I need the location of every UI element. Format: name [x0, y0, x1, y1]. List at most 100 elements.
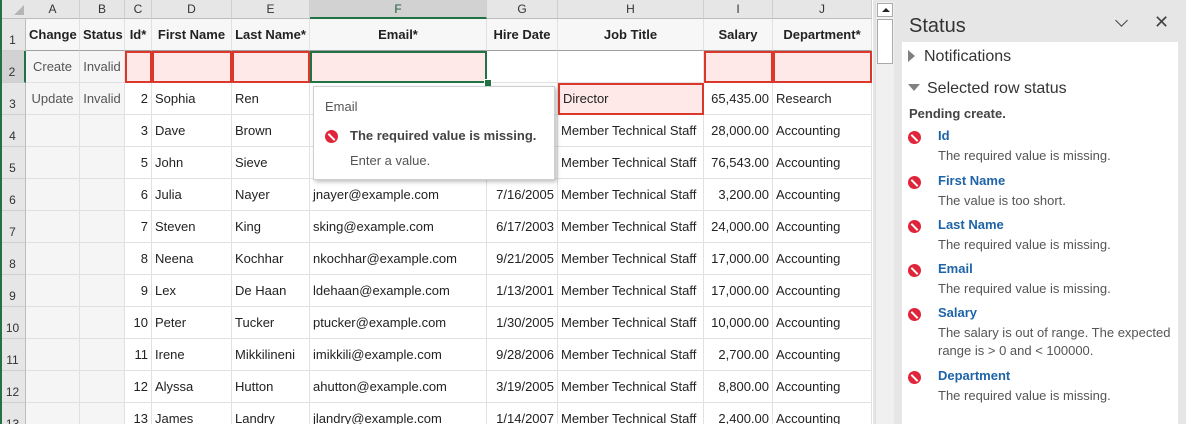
scroll-up-arrow-icon[interactable] [877, 3, 893, 17]
row-header[interactable]: 8 [2, 243, 26, 275]
row-header[interactable]: 1 [2, 19, 26, 51]
table-cell[interactable]: Sieve [232, 147, 310, 179]
table-cell[interactable]: Peter [152, 307, 232, 339]
column-header-h[interactable]: H [558, 0, 704, 19]
table-cell[interactable] [80, 179, 125, 211]
table-cell[interactable]: John [152, 147, 232, 179]
table-cell[interactable] [80, 243, 125, 275]
table-cell[interactable]: Accounting [773, 307, 872, 339]
scroll-thumb[interactable] [877, 19, 893, 64]
table-cell[interactable] [26, 115, 80, 147]
table-cell[interactable]: Lex [152, 275, 232, 307]
table-cell[interactable]: 7/16/2005 [487, 179, 558, 211]
table-cell[interactable]: Accounting [773, 403, 872, 424]
table-cell[interactable]: Member Technical Staff [558, 339, 704, 371]
chevron-down-icon[interactable] [1114, 14, 1130, 30]
select-all-corner[interactable] [2, 0, 28, 19]
table-cell[interactable] [26, 243, 80, 275]
table-cell[interactable] [80, 115, 125, 147]
issue-field-link[interactable]: Department [938, 368, 1010, 383]
table-cell[interactable]: 5 [125, 147, 152, 179]
spreadsheet-grid[interactable]: A B C D E F G H I J 1 Change Status Id* First Name Last… [0, 0, 873, 424]
table-cell[interactable]: Accounting [773, 115, 872, 147]
table-cell[interactable]: Kochhar [232, 243, 310, 275]
row-header[interactable]: 2 [2, 51, 26, 83]
table-cell[interactable]: Alyssa [152, 371, 232, 403]
table-cell[interactable] [26, 179, 80, 211]
table-cell[interactable]: imikkili@example.com [310, 339, 487, 371]
column-header-c[interactable]: C [125, 0, 152, 19]
table-cell[interactable]: 3/19/2005 [487, 371, 558, 403]
table-cell[interactable]: ldehaan@example.com [310, 275, 487, 307]
table-cell[interactable]: Accounting [773, 339, 872, 371]
table-cell[interactable]: Member Technical Staff [558, 307, 704, 339]
column-title[interactable]: Email* [310, 19, 487, 51]
table-cell[interactable] [558, 51, 704, 83]
table-cell[interactable]: 2,700.00 [704, 339, 773, 371]
table-cell[interactable]: Landry [232, 403, 310, 424]
table-cell[interactable]: Member Technical Staff [558, 179, 704, 211]
column-header-a[interactable]: A [26, 0, 80, 19]
table-cell[interactable] [773, 51, 872, 83]
table-cell[interactable]: James [152, 403, 232, 424]
table-cell[interactable] [26, 371, 80, 403]
table-cell[interactable]: Julia [152, 179, 232, 211]
row-header[interactable]: 7 [2, 211, 26, 243]
table-cell[interactable]: Dave [152, 115, 232, 147]
table-cell[interactable]: 2 [125, 83, 152, 115]
row-header[interactable]: 9 [2, 275, 26, 307]
row-header[interactable]: 12 [2, 371, 26, 403]
column-title[interactable]: Job Title [558, 19, 704, 51]
table-cell[interactable]: Neena [152, 243, 232, 275]
table-cell[interactable]: Accounting [773, 275, 872, 307]
table-cell[interactable]: sking@example.com [310, 211, 487, 243]
table-cell[interactable]: Create [26, 51, 80, 83]
table-cell[interactable]: 9 [125, 275, 152, 307]
table-cell[interactable]: 28,000.00 [704, 115, 773, 147]
table-cell[interactable]: Sophia [152, 83, 232, 115]
column-header-i[interactable]: I [704, 0, 773, 19]
table-cell[interactable] [80, 147, 125, 179]
row-header[interactable]: 10 [2, 307, 26, 339]
table-cell[interactable]: De Haan [232, 275, 310, 307]
table-cell[interactable] [487, 51, 558, 83]
table-cell[interactable]: Member Technical Staff [558, 403, 704, 424]
table-cell[interactable] [80, 371, 125, 403]
table-cell[interactable]: Irene [152, 339, 232, 371]
column-title[interactable]: Change [26, 19, 80, 51]
table-cell[interactable]: jnayer@example.com [310, 179, 487, 211]
table-cell[interactable]: 17,000.00 [704, 243, 773, 275]
table-cell[interactable]: Member Technical Staff [558, 211, 704, 243]
table-cell[interactable]: 3,200.00 [704, 179, 773, 211]
table-cell[interactable] [26, 339, 80, 371]
notifications-section-toggle[interactable]: Notifications [908, 48, 1011, 66]
table-cell[interactable] [80, 403, 125, 424]
column-header-f[interactable]: F [310, 0, 487, 19]
table-cell[interactable]: ptucker@example.com [310, 307, 487, 339]
table-cell[interactable]: 1/14/2007 [487, 403, 558, 424]
row-header[interactable]: 4 [2, 115, 26, 147]
table-cell[interactable]: nkochhar@example.com [310, 243, 487, 275]
table-cell[interactable]: Accounting [773, 147, 872, 179]
row-header[interactable]: 13 [2, 403, 26, 424]
column-title[interactable]: Salary [704, 19, 773, 51]
table-cell[interactable]: Tucker [232, 307, 310, 339]
table-cell[interactable]: Accounting [773, 243, 872, 275]
table-cell[interactable]: ahutton@example.com [310, 371, 487, 403]
table-cell[interactable]: Member Technical Staff [558, 147, 704, 179]
table-cell[interactable]: Invalid [80, 51, 125, 83]
table-cell[interactable]: Mikkilineni [232, 339, 310, 371]
table-cell[interactable]: 6 [125, 179, 152, 211]
column-title[interactable]: First Name [152, 19, 232, 51]
table-cell[interactable]: Invalid [80, 83, 125, 115]
table-cell[interactable]: 6/17/2003 [487, 211, 558, 243]
column-title[interactable]: Department* [773, 19, 872, 51]
issue-field-link[interactable]: First Name [938, 173, 1005, 188]
selected-row-status-toggle[interactable]: Selected row status [908, 80, 1067, 98]
table-cell[interactable] [26, 211, 80, 243]
table-cell[interactable] [26, 275, 80, 307]
issue-field-link[interactable]: Email [938, 261, 973, 276]
table-cell[interactable]: 9/21/2005 [487, 243, 558, 275]
table-cell[interactable] [26, 147, 80, 179]
table-cell[interactable]: Update [26, 83, 80, 115]
